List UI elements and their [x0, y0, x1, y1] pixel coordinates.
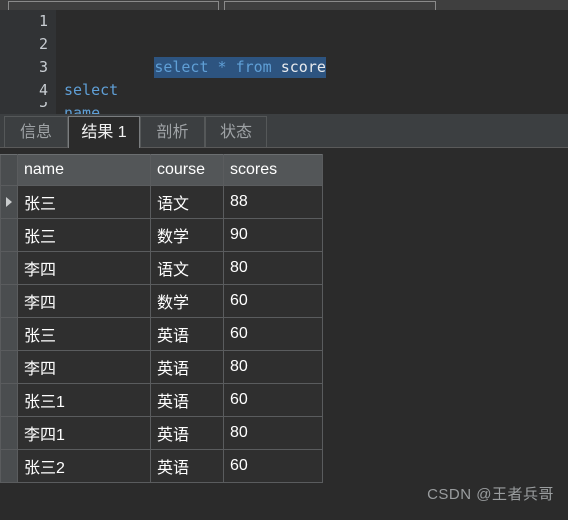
- line-number-5: 5: [38, 102, 48, 111]
- cell-course[interactable]: 英语: [150, 383, 224, 417]
- cell-name[interactable]: 张三: [17, 317, 151, 351]
- tab-status-label: 状态: [219, 124, 252, 141]
- cell-course[interactable]: 数学: [150, 284, 224, 318]
- code-line-4[interactable]: name,: [56, 79, 568, 114]
- editor-text-area[interactable]: select * from score select name,: [56, 10, 568, 114]
- cell-name[interactable]: 李四: [17, 251, 151, 285]
- cell-name[interactable]: 张三1: [17, 383, 151, 417]
- watermark: CSDN @王者兵哥: [427, 486, 554, 503]
- cell-name[interactable]: 张三: [17, 185, 151, 219]
- row-selector-cell[interactable]: [0, 317, 18, 351]
- cell-name[interactable]: 张三: [17, 218, 151, 252]
- tab-result-1-label: 结果 1: [81, 124, 127, 141]
- cell-course[interactable]: 英语: [150, 449, 224, 483]
- code-line-3[interactable]: select: [56, 56, 568, 99]
- row-selector-cell[interactable]: [0, 218, 18, 252]
- sql-client-window: select * from score select name, 1 2 3 4…: [0, 0, 568, 520]
- cell-scores[interactable]: 80: [223, 416, 323, 450]
- table-row[interactable]: 李四1 英语 80: [0, 416, 323, 450]
- cell-name[interactable]: 李四: [17, 350, 151, 384]
- line-number-1: 1: [38, 12, 48, 30]
- sql-editor[interactable]: select * from score select name, 1 2 3 4…: [0, 10, 568, 114]
- table-row[interactable]: 李四 语文 80: [0, 251, 323, 285]
- toolbar-strip: [0, 0, 568, 10]
- row-selector-cell[interactable]: [0, 449, 18, 483]
- cell-scores[interactable]: 80: [223, 251, 323, 285]
- tab-info-label: 信息: [19, 124, 52, 141]
- tab-profile[interactable]: 剖析: [140, 116, 205, 147]
- code-line-2[interactable]: [56, 33, 568, 56]
- cell-course[interactable]: 语文: [150, 251, 224, 285]
- table-row[interactable]: 张三1 英语 60: [0, 383, 323, 417]
- cell-name[interactable]: 张三2: [17, 449, 151, 483]
- results-panel[interactable]: name course scores 张三 语文 88 张三 数学 90 李四 …: [0, 148, 568, 520]
- cell-course[interactable]: 数学: [150, 218, 224, 252]
- cell-name[interactable]: 李四1: [17, 416, 151, 450]
- results-table[interactable]: name course scores 张三 语文 88 张三 数学 90 李四 …: [0, 154, 323, 483]
- cell-scores[interactable]: 88: [223, 185, 323, 219]
- cell-scores[interactable]: 90: [223, 218, 323, 252]
- column-header-course[interactable]: course: [150, 154, 224, 186]
- tab-profile-label: 剖析: [156, 124, 189, 141]
- tab-status[interactable]: 状态: [205, 116, 267, 147]
- table-row[interactable]: 张三2 英语 60: [0, 449, 323, 483]
- cell-name[interactable]: 李四: [17, 284, 151, 318]
- cell-scores[interactable]: 60: [223, 383, 323, 417]
- cell-course[interactable]: 英语: [150, 317, 224, 351]
- code-line-1[interactable]: select * from score: [56, 10, 568, 78]
- row-selector-cell[interactable]: [0, 284, 18, 318]
- cell-scores[interactable]: 60: [223, 317, 323, 351]
- line-number-4: 4: [38, 81, 48, 99]
- code-line-5-clipped[interactable]: 5 sum(case when course='语文' then scores …: [0, 102, 568, 114]
- line-number-2: 2: [38, 35, 48, 53]
- row-selector-cell[interactable]: [0, 251, 18, 285]
- toolbar-field-1[interactable]: [8, 1, 219, 10]
- cell-scores[interactable]: 60: [223, 449, 323, 483]
- row-selector-cell[interactable]: [0, 350, 18, 384]
- tab-result-1[interactable]: 结果 1: [68, 116, 140, 149]
- table-row[interactable]: 张三 英语 60: [0, 317, 323, 351]
- table-row[interactable]: 张三 语文 88: [0, 185, 323, 219]
- cell-course[interactable]: 语文: [150, 185, 224, 219]
- row-selector-cell[interactable]: [0, 383, 18, 417]
- row-selector-header: [0, 154, 18, 186]
- toolbar-field-2[interactable]: [224, 1, 436, 10]
- table-row[interactable]: 张三 数学 90: [0, 218, 323, 252]
- column-header-scores[interactable]: scores: [223, 154, 323, 186]
- row-selector-cell[interactable]: [0, 416, 18, 450]
- table-row[interactable]: 李四 数学 60: [0, 284, 323, 318]
- results-table-body: 张三 语文 88 张三 数学 90 李四 语文 80 李四 数学 60 张三 英…: [0, 185, 323, 483]
- cell-course[interactable]: 英语: [150, 350, 224, 384]
- row-selector-cell[interactable]: [0, 185, 18, 219]
- cell-scores[interactable]: 80: [223, 350, 323, 384]
- cell-course[interactable]: 英语: [150, 416, 224, 450]
- table-header-row: name course scores: [0, 154, 323, 186]
- current-row-marker-icon: [6, 197, 12, 207]
- table-row[interactable]: 李四 英语 80: [0, 350, 323, 384]
- line-number-3: 3: [38, 58, 48, 76]
- results-tab-bar: 信息 结果 1 剖析 状态: [0, 114, 568, 149]
- tab-info[interactable]: 信息: [4, 116, 68, 147]
- column-header-name[interactable]: name: [17, 154, 151, 186]
- cell-scores[interactable]: 60: [223, 284, 323, 318]
